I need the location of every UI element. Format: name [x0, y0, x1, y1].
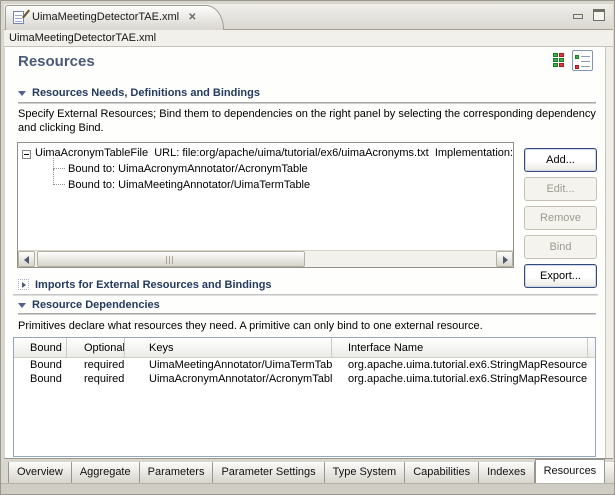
editor-document-icon: [13, 10, 27, 25]
minimize-icon[interactable]: [572, 9, 585, 20]
tree-child-item[interactable]: Bound to: UimaMeetingAnnotator/UimaTermT…: [68, 179, 310, 191]
table-header-row[interactable]: Bound Optional? Keys Interface Name: [14, 338, 595, 358]
table-row[interactable]: Bound required UimaAcronymAnnotator/Acro…: [14, 372, 595, 386]
section-dependencies-rule: [18, 313, 596, 315]
cell-keys: UimaMeetingAnnotator/UimaTermTable: [125, 358, 332, 372]
section-needs-rule: [18, 102, 596, 104]
section-needs-header[interactable]: Resources Needs, Definitions and Binding…: [18, 87, 260, 99]
tree-root-item[interactable]: UimaAcronymTableFile URL: file:org/apach…: [35, 147, 513, 159]
column-header-interface[interactable]: Interface Name: [332, 338, 588, 357]
form-scrollbar-track[interactable]: [605, 47, 613, 458]
page-title: Resources: [18, 53, 95, 70]
close-icon[interactable]: ✕: [188, 12, 196, 23]
export-button[interactable]: Export...: [524, 264, 597, 288]
cell-optional: required: [67, 372, 125, 386]
tab-parameter-settings[interactable]: Parameter Settings: [213, 462, 324, 483]
add-button[interactable]: Add...: [524, 148, 597, 172]
table-row[interactable]: Bound required UimaMeetingAnnotator/Uima…: [14, 358, 595, 372]
tab-aggregate[interactable]: Aggregate: [72, 462, 140, 483]
section-needs-title: Resources Needs, Definitions and Binding…: [32, 87, 260, 99]
horizontal-scrollbar[interactable]: [18, 250, 513, 267]
cell-optional: required: [67, 358, 125, 372]
tree-connector: [53, 158, 65, 169]
tab-parameters[interactable]: Parameters: [140, 462, 214, 483]
breadcrumb: UimaMeetingDetectorTAE.xml: [4, 30, 613, 47]
window-bottom-edge: [1, 483, 615, 495]
cell-interface: org.apache.uima.tutorial.ex6.StringMapRe…: [332, 358, 588, 372]
tree-child-item[interactable]: Bound to: UimaAcronymAnnotator/AcronymTa…: [68, 163, 308, 175]
tree-connector: [53, 169, 65, 185]
scroll-left-icon[interactable]: [18, 251, 35, 267]
external-resources-tree[interactable]: UimaAcronymTableFile URL: file:org/apach…: [17, 142, 514, 268]
scroll-right-icon[interactable]: [496, 251, 513, 267]
tab-overview[interactable]: Overview: [8, 462, 72, 483]
uima-descriptor-editor-window: UimaMeetingDetectorTAE.xml ✕ UimaMeeting…: [0, 0, 615, 495]
tab-capabilities[interactable]: Capabilities: [405, 462, 479, 483]
column-header-keys[interactable]: Keys: [125, 338, 332, 357]
layout-grid-icon[interactable]: [552, 52, 566, 70]
resource-dependencies-table[interactable]: Bound Optional? Keys Interface Name Boun…: [13, 337, 596, 457]
page-tabbar: Overview Aggregate Parameters Parameter …: [4, 458, 613, 483]
maximize-icon[interactable]: [593, 9, 605, 21]
edit-button: Edit...: [524, 177, 597, 201]
section-imports-header[interactable]: Imports for External Resources and Bindi…: [18, 277, 272, 292]
section-sash[interactable]: [13, 294, 598, 296]
collapse-triangle-icon[interactable]: [18, 303, 26, 308]
section-dependencies-header[interactable]: Resource Dependencies: [18, 299, 160, 311]
cell-interface: org.apache.uima.tutorial.ex6.StringMapRe…: [332, 372, 588, 386]
section-imports-title: Imports for External Resources and Bindi…: [35, 279, 272, 291]
column-header-bound[interactable]: Bound: [14, 338, 67, 357]
tab-type-system[interactable]: Type System: [325, 462, 406, 483]
editor-tab-title: UimaMeetingDetectorTAE.xml: [32, 11, 179, 23]
scrollbar-thumb[interactable]: [37, 251, 305, 267]
section-needs-description: Specify External Resources; Bind them to…: [18, 107, 606, 135]
column-header-filler: [588, 338, 595, 357]
tab-source[interactable]: Source: [605, 462, 615, 483]
tab-resources[interactable]: Resources: [535, 459, 606, 483]
editor-tabbar: UimaMeetingDetectorTAE.xml ✕: [4, 4, 613, 30]
tab-indexes[interactable]: Indexes: [479, 462, 535, 483]
cell-bound: Bound: [14, 358, 67, 372]
editor-tab[interactable]: UimaMeetingDetectorTAE.xml ✕: [5, 5, 224, 30]
bind-button: Bind: [524, 235, 597, 259]
cell-keys: UimaAcronymAnnotator/AcronymTable: [125, 372, 332, 386]
collapse-triangle-icon[interactable]: [18, 91, 26, 96]
section-dependencies-title: Resource Dependencies: [32, 299, 160, 311]
column-header-optional[interactable]: Optional?: [67, 338, 125, 357]
cell-bound: Bound: [14, 372, 67, 386]
section-dependencies-description: Primitives declare what resources they n…: [18, 319, 606, 333]
tree-collapse-icon[interactable]: [22, 150, 31, 159]
outline-view-icon[interactable]: [572, 50, 593, 71]
resources-form: Resources Resources Needs, Definitions a…: [5, 47, 605, 458]
remove-button: Remove: [524, 206, 597, 230]
expand-twistie-icon[interactable]: [18, 279, 29, 290]
